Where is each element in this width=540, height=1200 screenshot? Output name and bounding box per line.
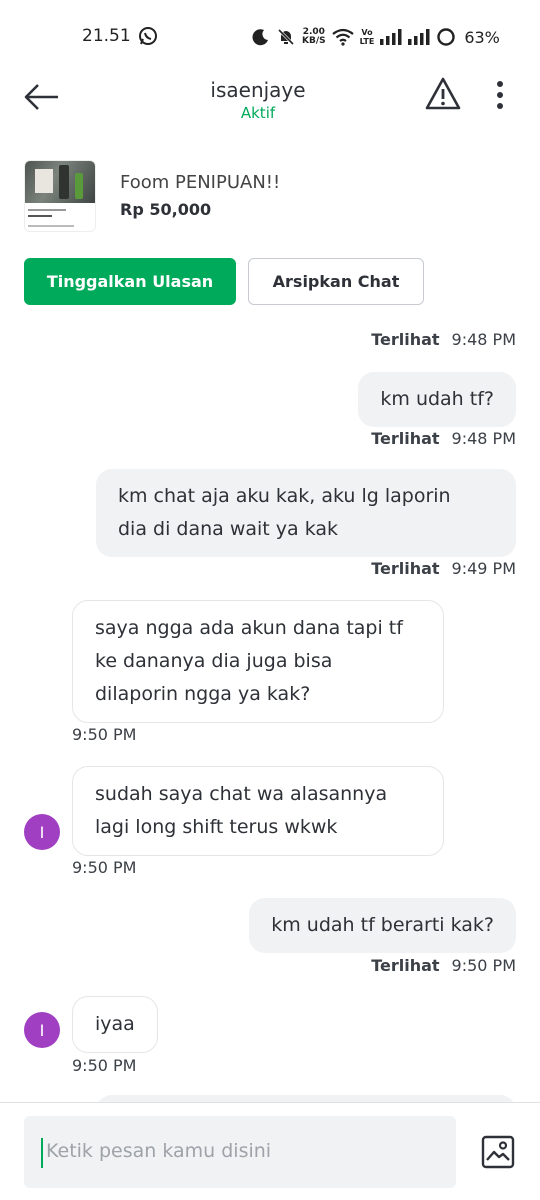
- message-time: 9:50 PM: [451, 956, 516, 975]
- seen-label: Terlihat: [371, 956, 440, 975]
- status-time: 21.51: [82, 26, 131, 46]
- leave-review-button[interactable]: Tinggalkan Ulasan: [24, 258, 236, 305]
- message-bubble-incoming[interactable]: saya ngga ada akun dana tapi tf ke danan…: [72, 600, 444, 723]
- chat-messages[interactable]: Terlihat 9:48 PM km udah tf? Terlihat 9:48…: [0, 330, 540, 1102]
- volte-indicator: Vo LTE: [359, 28, 375, 46]
- message-bubble-outgoing[interactable]: km udah tf berarti kak?: [249, 898, 516, 953]
- message-bubble-outgoing-partial: [96, 1095, 516, 1102]
- text-cursor: [41, 1138, 43, 1168]
- message-time: 9:50 PM: [72, 725, 137, 744]
- signal-icon-2: [408, 29, 430, 45]
- product-price: Rp 50,000: [120, 200, 212, 219]
- composer-divider: [0, 1102, 540, 1103]
- seen-label: Terlihat: [371, 330, 440, 349]
- product-card[interactable]: Foom PENIPUAN!! Rp 50,000: [24, 160, 516, 234]
- status-bar: 21.51 2.00 KB/S Vo LTE 63%: [0, 0, 540, 72]
- more-options-icon[interactable]: [496, 80, 504, 114]
- message-text-line: ke dananya dia juga bisa: [95, 650, 333, 672]
- product-thumbnail: [24, 160, 96, 232]
- message-time: 9:48 PM: [451, 330, 516, 349]
- message-meta: Terlihat 9:48 PM: [371, 330, 516, 349]
- message-input[interactable]: Ketik pesan kamu disini: [24, 1116, 456, 1188]
- message-bubble-incoming[interactable]: iyaa: [72, 996, 158, 1053]
- status-icons: 2.00 KB/S Vo LTE 63%: [252, 24, 500, 50]
- avatar[interactable]: I: [24, 814, 60, 850]
- message-bubble-outgoing[interactable]: km chat aja aku kak, aku lg laporin dia …: [96, 469, 516, 557]
- battery-percent: 63%: [464, 27, 500, 47]
- message-text: km udah tf?: [380, 388, 494, 410]
- message-time: 9:50 PM: [72, 1056, 137, 1075]
- message-text-line: dilaporin ngga ya kak?: [95, 683, 311, 705]
- mute-bell-icon: [276, 27, 296, 47]
- chat-header: isaenjaye Aktif: [0, 72, 540, 132]
- message-time: 9:49 PM: [451, 559, 516, 578]
- seen-label: Terlihat: [371, 559, 440, 578]
- message-meta: Terlihat 9:49 PM: [371, 559, 516, 578]
- moon-icon: [252, 28, 270, 46]
- archive-chat-button[interactable]: Arsipkan Chat: [248, 258, 424, 305]
- message-text-line: sudah saya chat wa alasannya: [95, 783, 388, 805]
- message-text: km udah tf berarti kak?: [271, 914, 494, 936]
- seen-label: Terlihat: [371, 429, 440, 448]
- message-text-line: km chat aja aku kak, aku lg laporin: [118, 485, 451, 507]
- message-meta: Terlihat 9:48 PM: [371, 429, 516, 448]
- message-time: 9:50 PM: [72, 858, 137, 877]
- battery-icon: [436, 27, 456, 47]
- message-text-line: dia di dana wait ya kak: [118, 518, 339, 540]
- message-time: 9:48 PM: [451, 429, 516, 448]
- whatsapp-icon: [138, 26, 158, 50]
- message-text-line: lagi long shift terus wkwk: [95, 816, 338, 838]
- message-bubble-incoming[interactable]: sudah saya chat wa alasannya lagi long s…: [72, 766, 444, 856]
- attach-image-icon[interactable]: [480, 1134, 516, 1174]
- message-text: iyaa: [95, 1013, 135, 1035]
- message-input-placeholder: Ketik pesan kamu disini: [46, 1140, 272, 1162]
- message-bubble-outgoing[interactable]: km udah tf?: [358, 372, 516, 427]
- report-warning-icon[interactable]: [424, 76, 462, 116]
- wifi-icon: [331, 28, 354, 46]
- product-name: Foom PENIPUAN!!: [120, 172, 281, 193]
- signal-icon: [380, 29, 402, 45]
- message-text-line: saya ngga ada akun dana tapi tf: [95, 617, 403, 639]
- net-speed: 2.00 KB/S: [302, 27, 326, 46]
- avatar[interactable]: I: [24, 1012, 60, 1048]
- message-meta: Terlihat 9:50 PM: [371, 956, 516, 975]
